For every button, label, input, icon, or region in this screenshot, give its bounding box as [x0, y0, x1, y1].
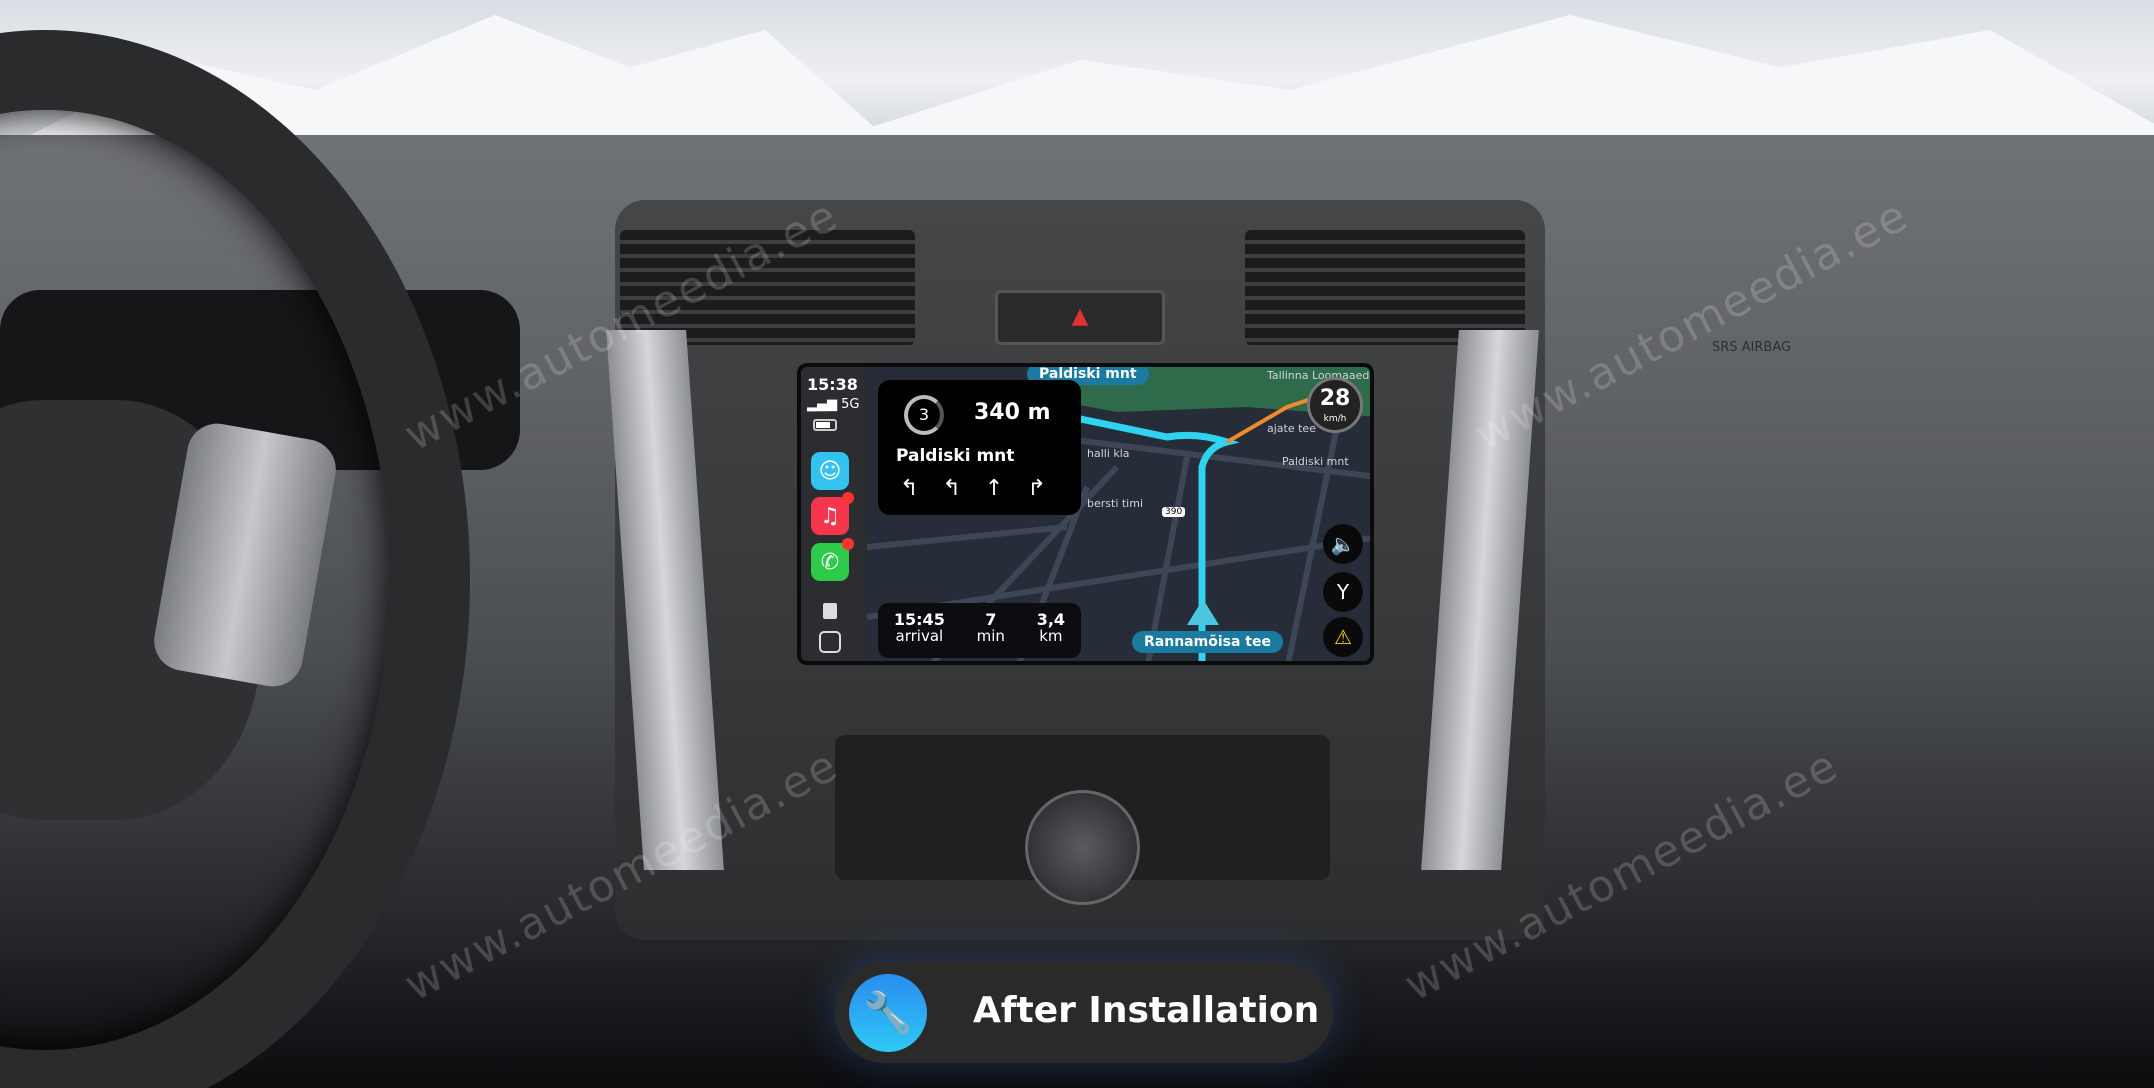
alternate-routes-button[interactable]: Y — [1323, 572, 1363, 612]
whatsapp-icon: ✆ — [820, 549, 840, 575]
map-label: bersti timi — [1087, 497, 1144, 510]
road-number-shield: 390 — [1162, 507, 1186, 517]
carplay-dock: 15:38 ▂▄▆ 5G ☺ ♫ ✆ — [801, 367, 867, 661]
report-hazard-button[interactable]: ⚠ — [1323, 617, 1363, 657]
wrench-icon: 🔧 — [849, 974, 927, 1052]
current-street-label: Rannamõisa tee — [1132, 631, 1283, 653]
notification-badge — [842, 492, 854, 504]
after-installation-banner: 🔧 After Installation — [835, 962, 1333, 1063]
arrival-label: arrival — [895, 627, 944, 645]
app-music[interactable]: ♫ — [811, 492, 854, 535]
turn-street: Paldiski mnt — [896, 446, 1015, 466]
lane-left-icon: ↰ — [942, 476, 961, 501]
app-waze[interactable]: ☺ — [811, 452, 849, 490]
vehicle-position-arrow — [1187, 599, 1219, 625]
lane-guidance: ↰ ↰ ↑ ↱ — [900, 476, 1046, 501]
map-label: Paldiski mnt — [1282, 455, 1349, 468]
airbag-label: SRS AIRBAG — [1712, 340, 1792, 355]
banner-label: After Installation — [973, 990, 1320, 1031]
mountain — [800, 15, 2154, 150]
hazard-button[interactable]: ▲ — [995, 290, 1165, 345]
climate-mode-knob[interactable] — [1025, 790, 1140, 905]
duration-label: min — [976, 627, 1005, 645]
roundabout-exit-icon: 3 — [904, 395, 944, 435]
car-interior-scene: SRS AIRBAG ▲ www.automeedia.ee www.autom… — [0, 0, 2154, 1088]
app-whatsapp[interactable]: ✆ — [811, 538, 854, 581]
arrival-time: 15:45 — [893, 610, 945, 629]
network-type: 5G — [841, 397, 860, 412]
map-label: halli kla — [1087, 447, 1130, 460]
speedometer: 28 km/h — [1307, 377, 1363, 433]
signal-bars-icon: ▂▄▆ — [807, 397, 842, 412]
eta-duration: 7 min — [977, 611, 1005, 658]
speaker-alert-icon: 🔈 — [1330, 532, 1356, 556]
right-air-vent — [1245, 230, 1525, 345]
lane-right-icon: ↱ — [1027, 476, 1046, 501]
lane-straight-icon: ↑ — [984, 476, 1004, 501]
duration-value: 7 — [985, 610, 997, 629]
signal-status: ▂▄▆ 5G — [807, 397, 859, 412]
turn-instruction-card: 3 340 m Paldiski mnt ↰ ↰ ↑ ↱ — [878, 380, 1081, 515]
trip-summary-card[interactable]: 15:45 arrival 7 min 3,4 km — [878, 603, 1081, 658]
sound-alert-button[interactable]: 🔈 — [1323, 524, 1363, 564]
distance-value: 3,4 — [1036, 610, 1066, 629]
eta-distance: 3,4 km — [1037, 611, 1065, 658]
contact-card-icon[interactable] — [823, 603, 837, 619]
turn-distance: 340 m — [974, 400, 1051, 425]
map-label: Tallinna Loomaaed — [1267, 369, 1370, 382]
notification-badge — [842, 538, 854, 550]
hazard-icon: ▲ — [1071, 304, 1089, 329]
waze-icon: ☺ — [818, 458, 842, 484]
speed-unit: km/h — [1323, 414, 1347, 424]
lane-left-icon: ↰ — [900, 476, 919, 501]
carplay-screen[interactable]: Paldiski mnt Tallinna Loomaaed ajate tee… — [797, 363, 1374, 665]
distance-label: km — [1039, 627, 1063, 645]
speed-value: 28 — [1319, 386, 1351, 411]
battery-icon — [813, 419, 837, 431]
warning-plus-icon: ⚠ — [1334, 625, 1352, 649]
status-time: 15:38 — [807, 375, 858, 394]
music-icon: ♫ — [820, 503, 840, 529]
eta-arrival: 15:45 arrival — [894, 611, 945, 658]
map-label: ajate tee — [1267, 422, 1316, 435]
home-button[interactable] — [819, 631, 841, 653]
route-fork-icon: Y — [1336, 580, 1350, 604]
